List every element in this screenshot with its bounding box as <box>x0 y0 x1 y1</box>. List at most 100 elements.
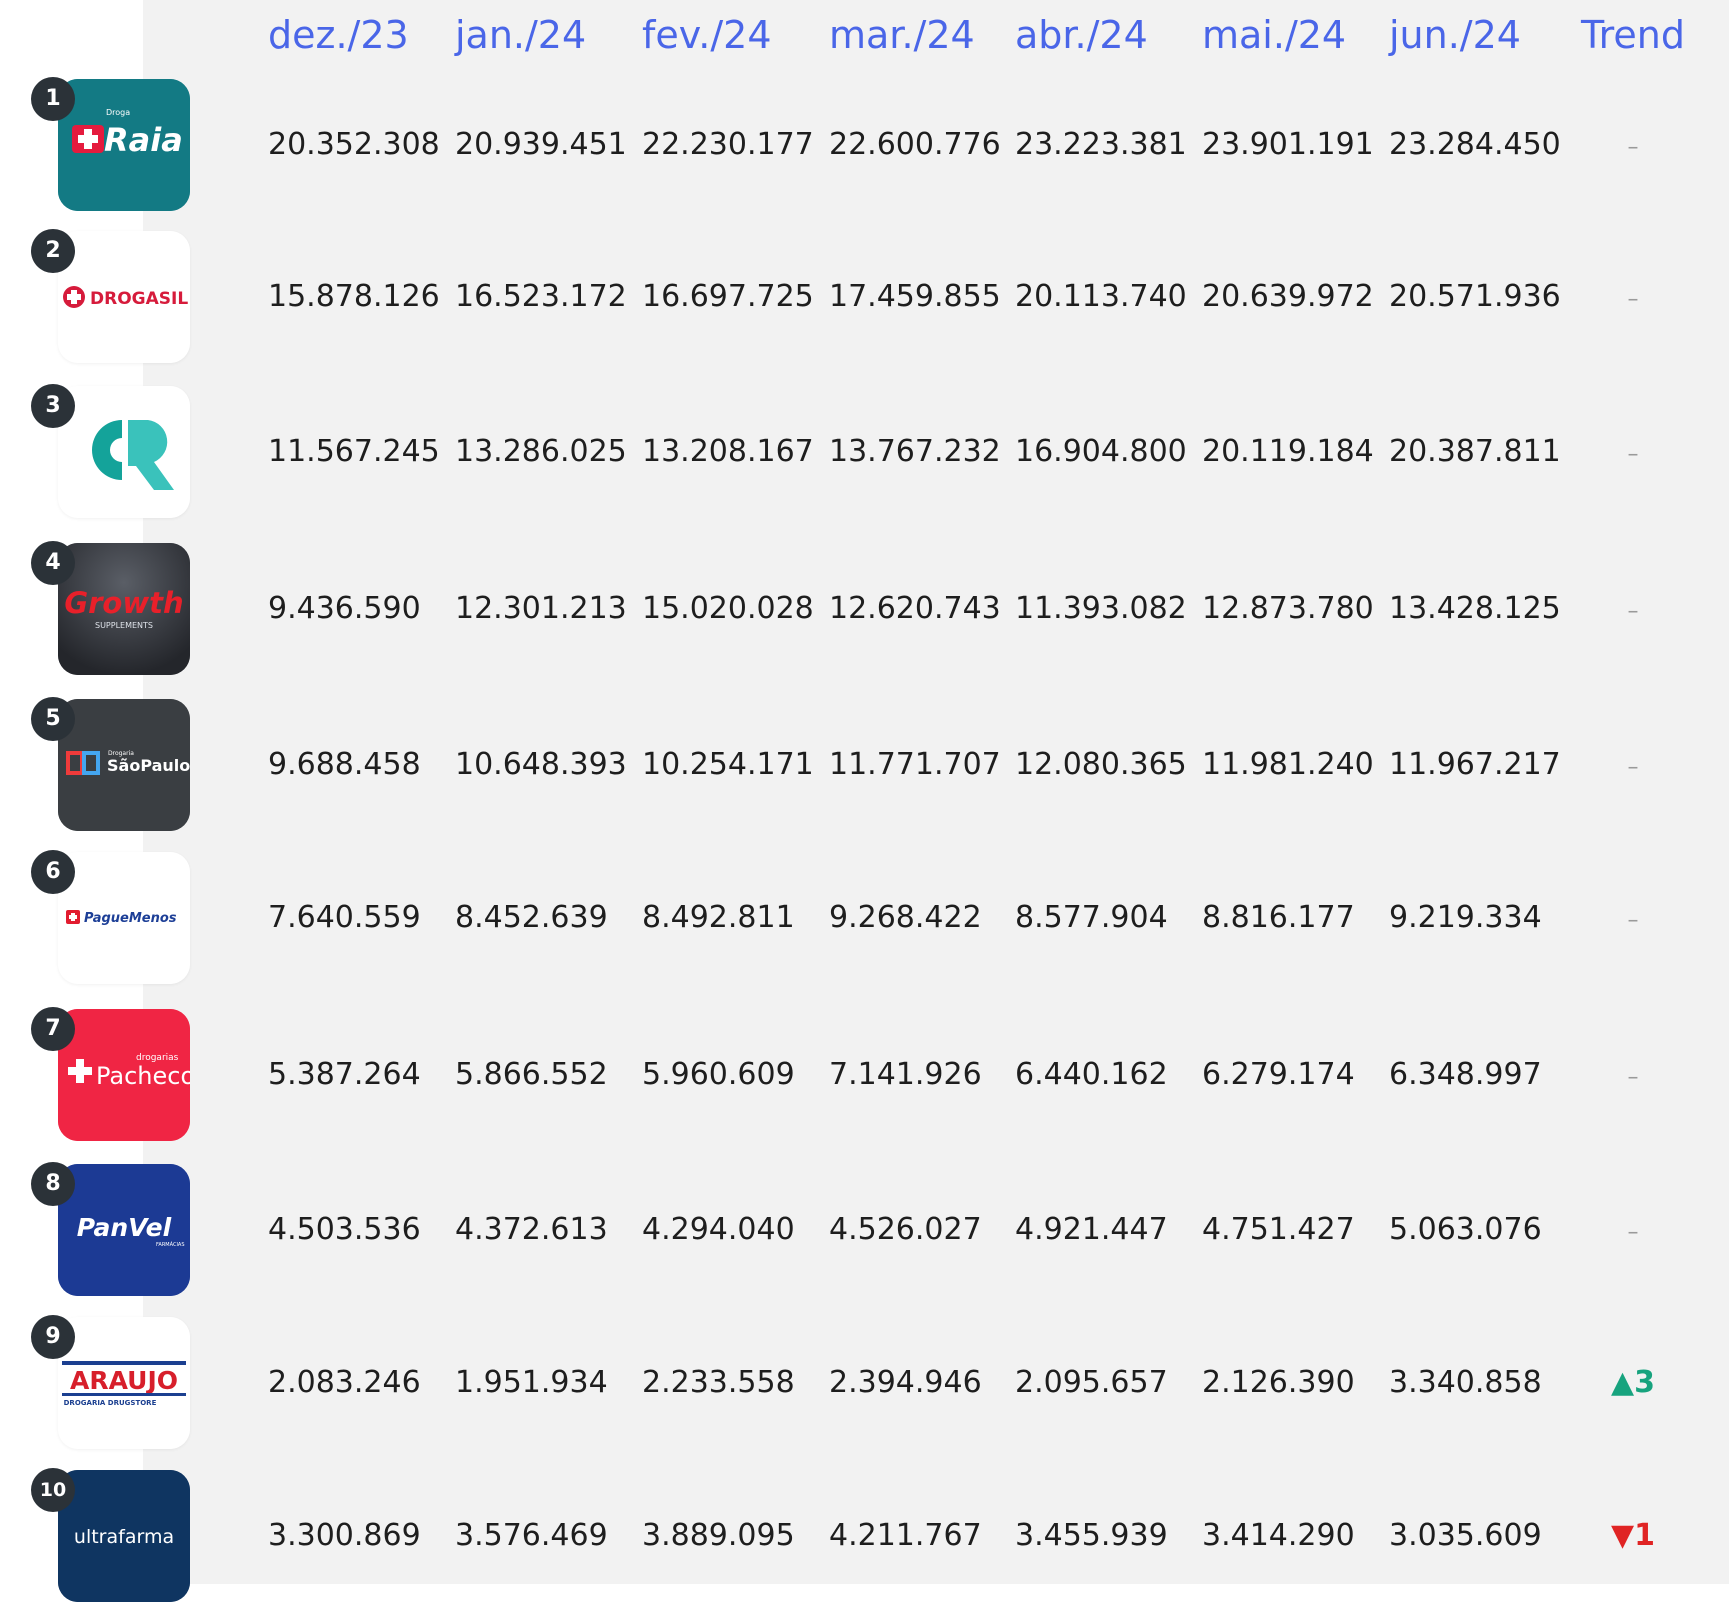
value-cell: 5.866.552 <box>455 1057 608 1092</box>
rank-badge: 1 <box>31 77 75 121</box>
value-cell: 11.771.707 <box>829 747 1001 782</box>
value-cell: 4.294.040 <box>642 1212 795 1247</box>
table-row: PanVel FARMÁCIAS 8 4.503.536 4.372.613 4.294.… <box>0 1152 1729 1304</box>
trend-value: 1 <box>1634 1518 1655 1553</box>
table-row: drogarias Pacheco 7 5.387.264 5.866.552 5.960… <box>0 997 1729 1149</box>
svg-text:PagueMenos: PagueMenos <box>84 911 177 926</box>
value-cell: 13.767.232 <box>829 434 1001 469</box>
value-cell: 4.372.613 <box>455 1212 608 1247</box>
value-cell: 3.576.469 <box>455 1518 608 1553</box>
dash-icon: – <box>1627 287 1639 312</box>
trend-indicator: ▲3 <box>1578 1363 1688 1403</box>
value-cell: 4.751.427 <box>1202 1212 1355 1247</box>
value-cell: 2.126.390 <box>1202 1365 1355 1400</box>
column-header-month: jan./24 <box>455 13 587 57</box>
value-cell: 20.113.740 <box>1015 279 1187 314</box>
value-cell: 8.452.639 <box>455 900 608 935</box>
value-cell: 9.688.458 <box>268 747 421 782</box>
svg-text:ultrafarma: ultrafarma <box>74 1526 174 1548</box>
table-row: ARAUJO DROGARIA DRUGSTORE 9 2.083.246 1.951.… <box>0 1305 1729 1457</box>
brand-logo: drogarias Pacheco <box>58 1009 190 1141</box>
trend-indicator: – <box>1578 1055 1688 1095</box>
brand-logo: Droga Raia <box>58 79 190 211</box>
value-cell: 7.141.926 <box>829 1057 982 1092</box>
value-cell: 20.639.972 <box>1202 279 1374 314</box>
value-cell: 8.492.811 <box>642 900 795 935</box>
value-cell: 2.394.946 <box>829 1365 982 1400</box>
value-cell: 20.119.184 <box>1202 434 1374 469</box>
brand-logo: DROGASIL <box>58 231 190 363</box>
value-cell: 20.352.308 <box>268 127 440 162</box>
value-cell: 15.878.126 <box>268 279 440 314</box>
svg-text:SUPPLEMENTS: SUPPLEMENTS <box>95 621 153 630</box>
arrow-down-icon: ▼ <box>1611 1518 1635 1553</box>
brand-logo: ultrafarma <box>58 1470 190 1602</box>
value-cell: 6.440.162 <box>1015 1057 1168 1092</box>
table-row: Drogaria SãoPaulo 5 9.688.458 10.648.393 10.2… <box>0 687 1729 839</box>
rank-badge: 10 <box>31 1468 75 1512</box>
value-cell: 5.387.264 <box>268 1057 421 1092</box>
value-cell: 3.889.095 <box>642 1518 795 1553</box>
table-row: Growth SUPPLEMENTS 4 9.436.590 12.301.213 15.… <box>0 531 1729 683</box>
value-cell: 23.284.450 <box>1389 127 1561 162</box>
rank-badge: 8 <box>31 1162 75 1206</box>
table-row: Droga Raia 1 20.352.308 20.939.451 22.230.177… <box>0 67 1729 219</box>
trend-value: 3 <box>1634 1365 1655 1400</box>
column-header-month: abr./24 <box>1015 13 1148 57</box>
svg-text:Droga: Droga <box>106 108 130 117</box>
brand-logo <box>58 386 190 518</box>
dash-icon: – <box>1627 1220 1639 1245</box>
value-cell: 11.567.245 <box>268 434 440 469</box>
value-cell: 22.230.177 <box>642 127 814 162</box>
value-cell: 17.459.855 <box>829 279 1001 314</box>
value-cell: 1.951.934 <box>455 1365 608 1400</box>
trend-indicator: – <box>1578 277 1688 317</box>
value-cell: 11.967.217 <box>1389 747 1561 782</box>
value-cell: 10.648.393 <box>455 747 627 782</box>
value-cell: 16.904.800 <box>1015 434 1187 469</box>
trend-indicator: – <box>1578 589 1688 629</box>
value-cell: 20.939.451 <box>455 127 627 162</box>
value-cell: 2.083.246 <box>268 1365 421 1400</box>
brand-logo: Growth SUPPLEMENTS <box>58 543 190 675</box>
svg-text:SãoPaulo: SãoPaulo <box>107 756 190 775</box>
brand-logo: PanVel FARMÁCIAS <box>58 1164 190 1296</box>
value-cell: 4.211.767 <box>829 1518 982 1553</box>
value-cell: 3.035.609 <box>1389 1518 1542 1553</box>
rank-badge: 3 <box>31 384 75 428</box>
value-cell: 12.620.743 <box>829 591 1001 626</box>
column-header-month: mai./24 <box>1202 13 1347 57</box>
dash-icon: – <box>1627 908 1639 933</box>
value-cell: 3.340.858 <box>1389 1365 1542 1400</box>
value-cell: 13.428.125 <box>1389 591 1561 626</box>
table-row: DROGASIL 2 15.878.126 16.523.172 16.697.725 1… <box>0 219 1729 371</box>
trend-indicator: – <box>1578 898 1688 938</box>
value-cell: 13.286.025 <box>455 434 627 469</box>
column-header-month: jun./24 <box>1389 13 1521 57</box>
value-cell: 2.233.558 <box>642 1365 795 1400</box>
value-cell: 23.223.381 <box>1015 127 1187 162</box>
rank-badge: 7 <box>31 1007 75 1051</box>
table-row: PagueMenos 6 7.640.559 8.452.639 8.492.811 9.… <box>0 840 1729 992</box>
brand-logo: PagueMenos <box>58 852 190 984</box>
dash-icon: – <box>1627 1065 1639 1090</box>
rank-badge: 6 <box>31 850 75 894</box>
dash-icon: – <box>1627 442 1639 467</box>
value-cell: 7.640.559 <box>268 900 421 935</box>
table-row: 3 11.567.245 13.286.025 13.208.167 13.767.23… <box>0 374 1729 526</box>
value-cell: 3.414.290 <box>1202 1518 1355 1553</box>
value-cell: 10.254.171 <box>642 747 814 782</box>
svg-text:Growth: Growth <box>64 586 183 620</box>
value-cell: 20.571.936 <box>1389 279 1561 314</box>
svg-text:Pacheco: Pacheco <box>96 1062 190 1090</box>
column-header-month: dez./23 <box>268 13 409 57</box>
value-cell: 8.577.904 <box>1015 900 1168 935</box>
svg-text:PanVel: PanVel <box>77 1213 172 1242</box>
value-cell: 15.020.028 <box>642 591 814 626</box>
trend-indicator: ▼1 <box>1578 1516 1688 1556</box>
value-cell: 23.901.191 <box>1202 127 1374 162</box>
trend-indicator: – <box>1578 125 1688 165</box>
value-cell: 8.816.177 <box>1202 900 1355 935</box>
svg-text:FARMÁCIAS: FARMÁCIAS <box>156 1241 185 1248</box>
rank-badge: 2 <box>31 229 75 273</box>
